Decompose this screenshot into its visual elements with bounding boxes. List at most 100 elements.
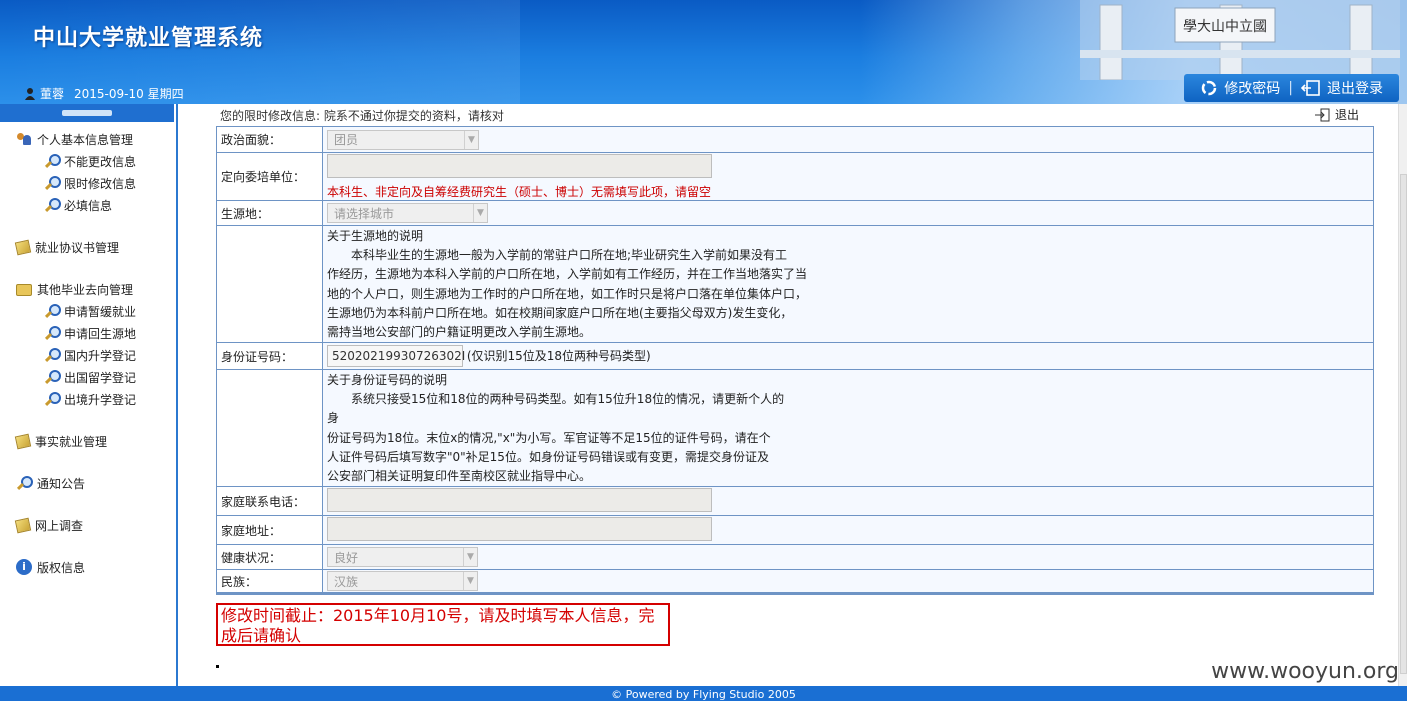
sidebar-item-label: 出境升学登记 bbox=[64, 392, 137, 407]
refresh-icon bbox=[1202, 80, 1217, 96]
sidebar-collapse-handle[interactable] bbox=[0, 104, 174, 122]
university-gate-image: 學大山中立國 bbox=[1080, 0, 1400, 80]
health-label: 健康状况： bbox=[216, 544, 323, 571]
sidebar-item-unchangeable-info[interactable]: 不能更改信息 bbox=[0, 150, 176, 172]
change-password-label: 修改密码 bbox=[1224, 81, 1281, 97]
search-icon bbox=[44, 303, 61, 319]
sidebar-item-label: 其他毕业去向管理 bbox=[37, 282, 134, 297]
sidebar-group-survey: 网上调查 bbox=[0, 514, 176, 536]
political-label: 政治面貌： bbox=[216, 126, 323, 153]
id-number-label: 身份证号码： bbox=[216, 342, 323, 370]
id-explanation-title: 关于身份证号码的说明 bbox=[327, 373, 448, 387]
origin-explanation-line: 本科毕业生的生源地一般为入学前的常驻户口所在地;毕业研究生入学前如果没有工 bbox=[351, 248, 788, 263]
sidebar-group-actual-employment: 事实就业管理 bbox=[0, 430, 176, 452]
ethnicity-select[interactable]: 汉族 ▼ bbox=[327, 571, 478, 592]
sidebar-item-limited-edit-info[interactable]: 限时修改信息 bbox=[0, 172, 176, 194]
search-icon bbox=[16, 475, 33, 491]
home-phone-label: 家庭联系电话： bbox=[216, 486, 323, 517]
chevron-down-icon: ▼ bbox=[463, 572, 477, 591]
origin-explanation: 关于生源地的说明 本科毕业生的生源地一般为入学前的常驻户口所在地;毕业研究生入学… bbox=[327, 227, 815, 342]
sidebar-item-personal-info[interactable]: 个人基本信息管理 bbox=[0, 128, 176, 150]
id-explanation: 关于身份证号码的说明 系统只接受15位和18位的两种号码类型。如有15位升18位… bbox=[327, 371, 787, 486]
sidebar-item-label: 限时修改信息 bbox=[64, 176, 137, 191]
form-row-origin: 生源地： 请选择城市 ▼ bbox=[216, 200, 1374, 226]
sidebar-item-label: 申请回生源地 bbox=[64, 326, 137, 341]
svg-text:學大山中立國: 學大山中立國 bbox=[1183, 19, 1267, 35]
sidebar-item-study-abroad[interactable]: 出国留学登记 bbox=[0, 366, 176, 388]
form-row-political: 政治面貌： 团员 ▼ bbox=[216, 126, 1374, 153]
sidebar-item-label: 个人基本信息管理 bbox=[37, 132, 134, 147]
sidebar-item-copyright[interactable]: i 版权信息 bbox=[0, 556, 176, 578]
directed-unit-label: 定向委培单位： bbox=[216, 152, 323, 201]
exit-icon bbox=[1314, 108, 1330, 121]
change-password-button[interactable]: 修改密码 bbox=[1192, 78, 1288, 98]
logout-button[interactable]: 退出登录 bbox=[1293, 78, 1391, 98]
sidebar-item-label: 事实就业管理 bbox=[35, 434, 108, 449]
scrollbar-thumb[interactable] bbox=[1400, 174, 1407, 674]
sidebar-item-label: 版权信息 bbox=[37, 560, 86, 575]
system-title: 中山大学就业管理系统 bbox=[33, 26, 264, 51]
health-select[interactable]: 良好 ▼ bbox=[327, 547, 478, 568]
home-address-label: 家庭地址： bbox=[216, 515, 323, 546]
logout-icon bbox=[1301, 80, 1320, 96]
id-number-input[interactable]: 52020219930726302I bbox=[327, 345, 465, 367]
search-icon bbox=[44, 175, 61, 191]
sidebar-item-defer-employment[interactable]: 申请暂缓就业 bbox=[0, 300, 176, 322]
search-icon bbox=[44, 391, 61, 407]
sidebar-group-agreement: 就业协议书管理 bbox=[0, 236, 176, 258]
watermark: www.wooyun.org bbox=[1211, 659, 1399, 684]
origin-city-select[interactable]: 请选择城市 ▼ bbox=[327, 203, 488, 223]
main-content: 您的限时修改信息: 院系不通过你提交的资料，请核对 退出 政治面貌： 团员 ▼ 定… bbox=[180, 104, 1407, 686]
sidebar-group-notices: 通知公告 bbox=[0, 472, 176, 494]
home-phone-input[interactable] bbox=[327, 487, 712, 512]
sidebar-item-survey[interactable]: 网上调查 bbox=[0, 514, 176, 536]
id-number-hint: (仅识别15位及18位两种号码类型) bbox=[466, 349, 651, 363]
sidebar-group-copyright: i 版权信息 bbox=[0, 556, 176, 578]
origin-explanation-line: 需持当地公安部门的户籍证明更改入学前生源地。 bbox=[327, 325, 592, 340]
chevron-down-icon: ▼ bbox=[464, 130, 478, 149]
form-row-home-address: 家庭地址： bbox=[216, 515, 1374, 546]
current-date: 2015-09-10 星期四 bbox=[74, 87, 184, 101]
document-icon bbox=[14, 239, 32, 255]
exit-link[interactable]: 退出 bbox=[1314, 106, 1359, 123]
id-explanation-line: 份证号码为18位。末位x的情况,"x"为小写。军官证等不足15位的证件号码，请在… bbox=[327, 430, 771, 445]
ethnicity-label: 民族： bbox=[216, 569, 323, 595]
form-row-origin-explanation: 关于生源地的说明 本科毕业生的生源地一般为入学前的常驻户口所在地;毕业研究生入学… bbox=[216, 225, 1374, 343]
form-row-id-number: 身份证号码： 52020219930726302I (仅识别15位及18位两种号… bbox=[216, 342, 1374, 370]
form-row-directed-unit: 定向委培单位： 本科生、非定向及自筹经费研究生（硕士、博士）无需填写此项，请留空 bbox=[216, 152, 1374, 201]
chevron-down-icon: ▼ bbox=[473, 204, 487, 222]
search-icon bbox=[44, 325, 61, 341]
search-icon bbox=[44, 369, 61, 385]
info-icon: i bbox=[16, 559, 32, 575]
vertical-scrollbar[interactable] bbox=[1398, 104, 1407, 686]
sidebar-item-other-destination[interactable]: 其他毕业去向管理 bbox=[0, 278, 176, 300]
sidebar-item-agreement[interactable]: 就业协议书管理 bbox=[0, 236, 176, 258]
folder-icon bbox=[16, 284, 32, 296]
political-select[interactable]: 团员 ▼ bbox=[327, 129, 479, 150]
status-tip: 您的限时修改信息: 院系不通过你提交的资料，请核对 bbox=[220, 109, 504, 123]
home-address-input[interactable] bbox=[327, 516, 712, 541]
search-icon bbox=[44, 153, 61, 169]
sidebar-item-notices[interactable]: 通知公告 bbox=[0, 472, 176, 494]
sidebar-item-label: 国内升学登记 bbox=[64, 348, 137, 363]
sidebar-item-return-origin[interactable]: 申请回生源地 bbox=[0, 322, 176, 344]
origin-placeholder: 请选择城市 bbox=[334, 206, 395, 221]
sidebar-item-required-info[interactable]: 必填信息 bbox=[0, 194, 176, 216]
sidebar-item-outbound-study[interactable]: 出境升学登记 bbox=[0, 388, 176, 410]
sidebar-group-personal: 个人基本信息管理 不能更改信息 限时修改信息 必填信息 bbox=[0, 128, 176, 216]
document-icon bbox=[14, 517, 32, 533]
user-icon bbox=[25, 88, 35, 100]
people-icon bbox=[16, 131, 32, 147]
header-buttons: 修改密码 | 退出登录 bbox=[1184, 74, 1399, 102]
political-value: 团员 bbox=[334, 133, 359, 147]
sidebar-item-actual-employment[interactable]: 事实就业管理 bbox=[0, 430, 176, 452]
directed-unit-note: 本科生、非定向及自筹经费研究生（硕士、博士）无需填写此项，请留空 bbox=[327, 184, 712, 199]
directed-unit-input[interactable] bbox=[327, 153, 712, 178]
origin-explanation-line: 生源地仍为本科前户口所在地。如在校期间家庭户口所在地(主要指父母双方)发生变化， bbox=[327, 305, 793, 320]
logout-label: 退出登录 bbox=[1327, 81, 1383, 97]
sidebar-item-label: 必填信息 bbox=[64, 198, 113, 213]
sidebar-item-domestic-study[interactable]: 国内升学登记 bbox=[0, 344, 176, 366]
ethnicity-value: 汉族 bbox=[334, 574, 359, 589]
footer: © Powered by Flying Studio 2005 bbox=[0, 686, 1407, 701]
origin-label: 生源地： bbox=[216, 200, 323, 226]
